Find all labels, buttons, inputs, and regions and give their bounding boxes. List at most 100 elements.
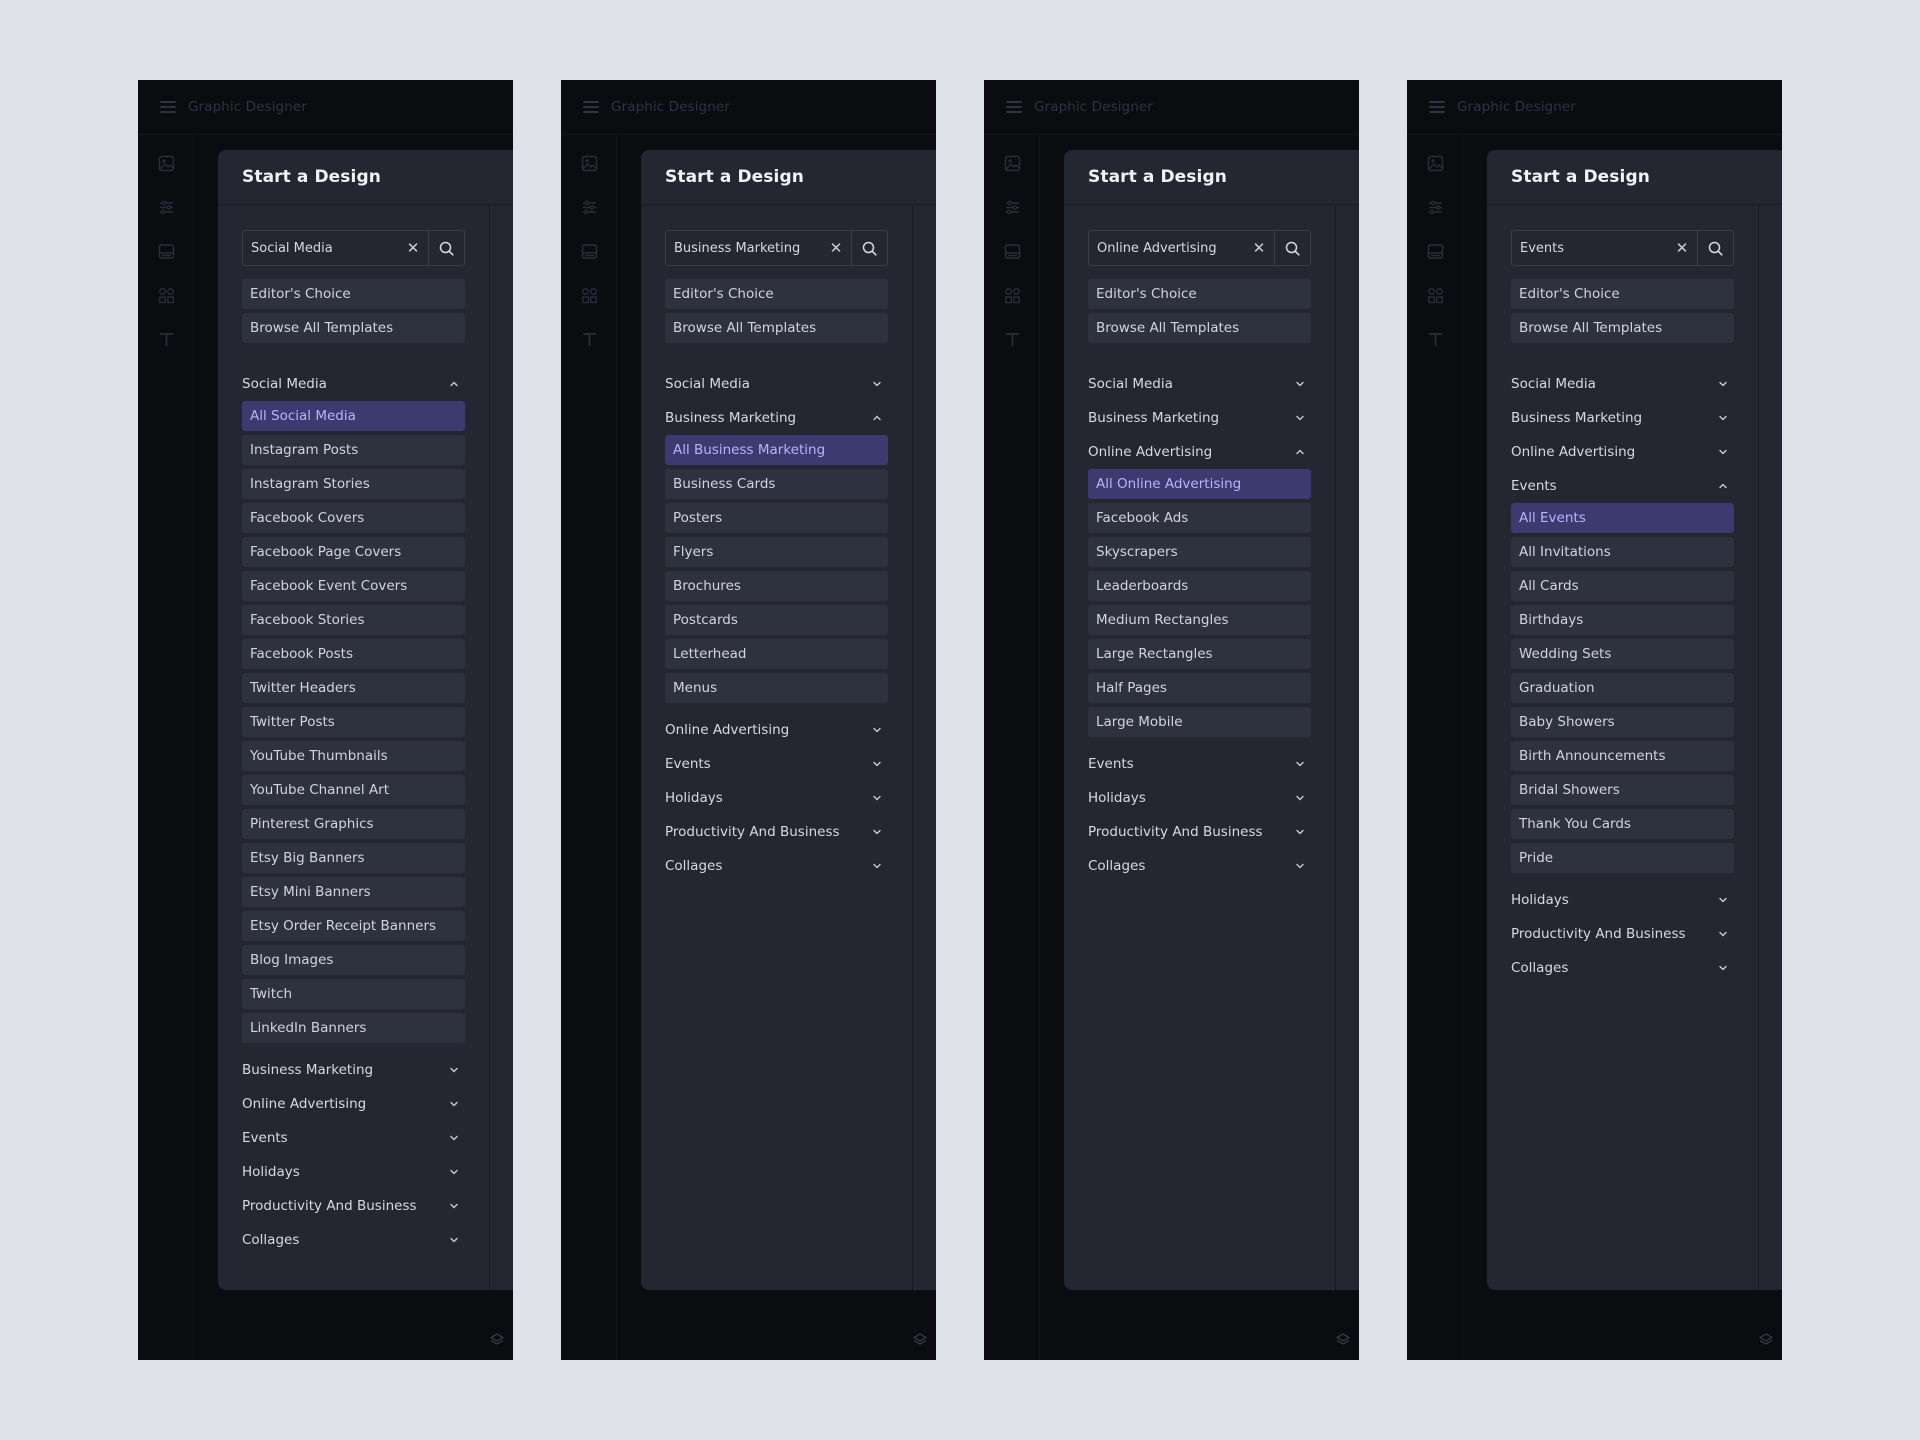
subcategory-item[interactable]: Facebook Ads bbox=[1088, 503, 1311, 533]
category-holidays[interactable]: Holidays bbox=[665, 781, 888, 815]
adjust-tool-icon[interactable] bbox=[158, 199, 175, 216]
category-events[interactable]: Events bbox=[665, 747, 888, 781]
subcategory-item[interactable]: Postcards bbox=[665, 605, 888, 635]
layout-tool-icon[interactable] bbox=[1004, 243, 1021, 260]
category-events[interactable]: Events bbox=[1511, 469, 1734, 503]
text-tool-icon[interactable] bbox=[1004, 331, 1021, 348]
close-icon[interactable]: ✕ bbox=[1244, 231, 1274, 265]
subcategory-item[interactable]: Facebook Event Covers bbox=[242, 571, 465, 601]
category-social-media[interactable]: Social Media bbox=[242, 367, 465, 401]
search-input[interactable] bbox=[1512, 231, 1667, 265]
hamburger-icon[interactable] bbox=[1429, 101, 1445, 113]
subcategory-item[interactable]: Birthdays bbox=[1511, 605, 1734, 635]
image-tool-icon[interactable] bbox=[158, 155, 175, 172]
elements-tool-icon[interactable] bbox=[1427, 287, 1444, 304]
category-collages[interactable]: Collages bbox=[665, 849, 888, 883]
search-input[interactable] bbox=[666, 231, 821, 265]
category-collages[interactable]: Collages bbox=[242, 1223, 465, 1257]
category-holidays[interactable]: Holidays bbox=[1511, 883, 1734, 917]
subcategory-item[interactable]: Half Pages bbox=[1088, 673, 1311, 703]
search-icon[interactable] bbox=[851, 231, 887, 265]
subcategory-item[interactable]: Facebook Page Covers bbox=[242, 537, 465, 567]
text-tool-icon[interactable] bbox=[581, 331, 598, 348]
subcategory-item[interactable]: Business Cards bbox=[665, 469, 888, 499]
subcategory-item[interactable]: Etsy Mini Banners bbox=[242, 877, 465, 907]
subcategory-item[interactable]: Twitter Headers bbox=[242, 673, 465, 703]
browse-all-templates-button[interactable]: Browse All Templates bbox=[1088, 313, 1311, 343]
subcategory-item-selected[interactable]: All Business Marketing bbox=[665, 435, 888, 465]
close-icon[interactable]: ✕ bbox=[398, 231, 428, 265]
subcategory-item[interactable]: LinkedIn Banners bbox=[242, 1013, 465, 1043]
search-icon[interactable] bbox=[428, 231, 464, 265]
subcategory-item[interactable]: Pride bbox=[1511, 843, 1734, 873]
subcategory-item[interactable]: Menus bbox=[665, 673, 888, 703]
subcategory-item[interactable]: YouTube Thumbnails bbox=[242, 741, 465, 771]
adjust-tool-icon[interactable] bbox=[581, 199, 598, 216]
category-online-advertising[interactable]: Online Advertising bbox=[665, 713, 888, 747]
editors-choice-button[interactable]: Editor's Choice bbox=[242, 279, 465, 309]
layers-icon[interactable] bbox=[1758, 1332, 1774, 1348]
subcategory-item[interactable]: Brochures bbox=[665, 571, 888, 601]
adjust-tool-icon[interactable] bbox=[1004, 199, 1021, 216]
subcategory-item[interactable]: Facebook Posts bbox=[242, 639, 465, 669]
category-productivity-and-business[interactable]: Productivity And Business bbox=[1511, 917, 1734, 951]
subcategory-item[interactable]: All Cards bbox=[1511, 571, 1734, 601]
category-events[interactable]: Events bbox=[1088, 747, 1311, 781]
layers-icon[interactable] bbox=[912, 1332, 928, 1348]
image-tool-icon[interactable] bbox=[581, 155, 598, 172]
category-productivity-and-business[interactable]: Productivity And Business bbox=[665, 815, 888, 849]
category-social-media[interactable]: Social Media bbox=[1511, 367, 1734, 401]
text-tool-icon[interactable] bbox=[1427, 331, 1444, 348]
adjust-tool-icon[interactable] bbox=[1427, 199, 1444, 216]
category-business-marketing[interactable]: Business Marketing bbox=[242, 1053, 465, 1087]
subcategory-item[interactable]: Twitch bbox=[242, 979, 465, 1009]
browse-all-templates-button[interactable]: Browse All Templates bbox=[242, 313, 465, 343]
subcategory-item[interactable]: Medium Rectangles bbox=[1088, 605, 1311, 635]
subcategory-item[interactable]: Wedding Sets bbox=[1511, 639, 1734, 669]
category-productivity-and-business[interactable]: Productivity And Business bbox=[1088, 815, 1311, 849]
search-icon[interactable] bbox=[1274, 231, 1310, 265]
category-online-advertising[interactable]: Online Advertising bbox=[242, 1087, 465, 1121]
subcategory-item[interactable]: Posters bbox=[665, 503, 888, 533]
subcategory-item-selected[interactable]: All Events bbox=[1511, 503, 1734, 533]
category-business-marketing[interactable]: Business Marketing bbox=[1088, 401, 1311, 435]
subcategory-item[interactable]: Leaderboards bbox=[1088, 571, 1311, 601]
category-collages[interactable]: Collages bbox=[1511, 951, 1734, 985]
subcategory-item[interactable]: YouTube Channel Art bbox=[242, 775, 465, 805]
subcategory-item[interactable]: Twitter Posts bbox=[242, 707, 465, 737]
category-business-marketing[interactable]: Business Marketing bbox=[1511, 401, 1734, 435]
browse-all-templates-button[interactable]: Browse All Templates bbox=[1511, 313, 1734, 343]
subcategory-item[interactable]: Thank You Cards bbox=[1511, 809, 1734, 839]
image-tool-icon[interactable] bbox=[1004, 155, 1021, 172]
subcategory-item[interactable]: Graduation bbox=[1511, 673, 1734, 703]
category-social-media[interactable]: Social Media bbox=[665, 367, 888, 401]
subcategory-item-selected[interactable]: All Online Advertising bbox=[1088, 469, 1311, 499]
category-online-advertising[interactable]: Online Advertising bbox=[1088, 435, 1311, 469]
category-holidays[interactable]: Holidays bbox=[242, 1155, 465, 1189]
hamburger-icon[interactable] bbox=[583, 101, 599, 113]
search-input[interactable] bbox=[243, 231, 398, 265]
close-icon[interactable]: ✕ bbox=[821, 231, 851, 265]
subcategory-item[interactable]: Baby Showers bbox=[1511, 707, 1734, 737]
hamburger-icon[interactable] bbox=[1006, 101, 1022, 113]
category-productivity-and-business[interactable]: Productivity And Business bbox=[242, 1189, 465, 1223]
layout-tool-icon[interactable] bbox=[581, 243, 598, 260]
layers-icon[interactable] bbox=[489, 1332, 505, 1348]
subcategory-item[interactable]: Blog Images bbox=[242, 945, 465, 975]
category-business-marketing[interactable]: Business Marketing bbox=[665, 401, 888, 435]
subcategory-item[interactable]: Instagram Posts bbox=[242, 435, 465, 465]
elements-tool-icon[interactable] bbox=[581, 287, 598, 304]
category-social-media[interactable]: Social Media bbox=[1088, 367, 1311, 401]
elements-tool-icon[interactable] bbox=[1004, 287, 1021, 304]
subcategory-item[interactable]: Bridal Showers bbox=[1511, 775, 1734, 805]
subcategory-item[interactable]: Instagram Stories bbox=[242, 469, 465, 499]
image-tool-icon[interactable] bbox=[1427, 155, 1444, 172]
layout-tool-icon[interactable] bbox=[1427, 243, 1444, 260]
text-tool-icon[interactable] bbox=[158, 331, 175, 348]
close-icon[interactable]: ✕ bbox=[1667, 231, 1697, 265]
category-online-advertising[interactable]: Online Advertising bbox=[1511, 435, 1734, 469]
browse-all-templates-button[interactable]: Browse All Templates bbox=[665, 313, 888, 343]
subcategory-item[interactable]: Facebook Stories bbox=[242, 605, 465, 635]
layout-tool-icon[interactable] bbox=[158, 243, 175, 260]
editors-choice-button[interactable]: Editor's Choice bbox=[1088, 279, 1311, 309]
